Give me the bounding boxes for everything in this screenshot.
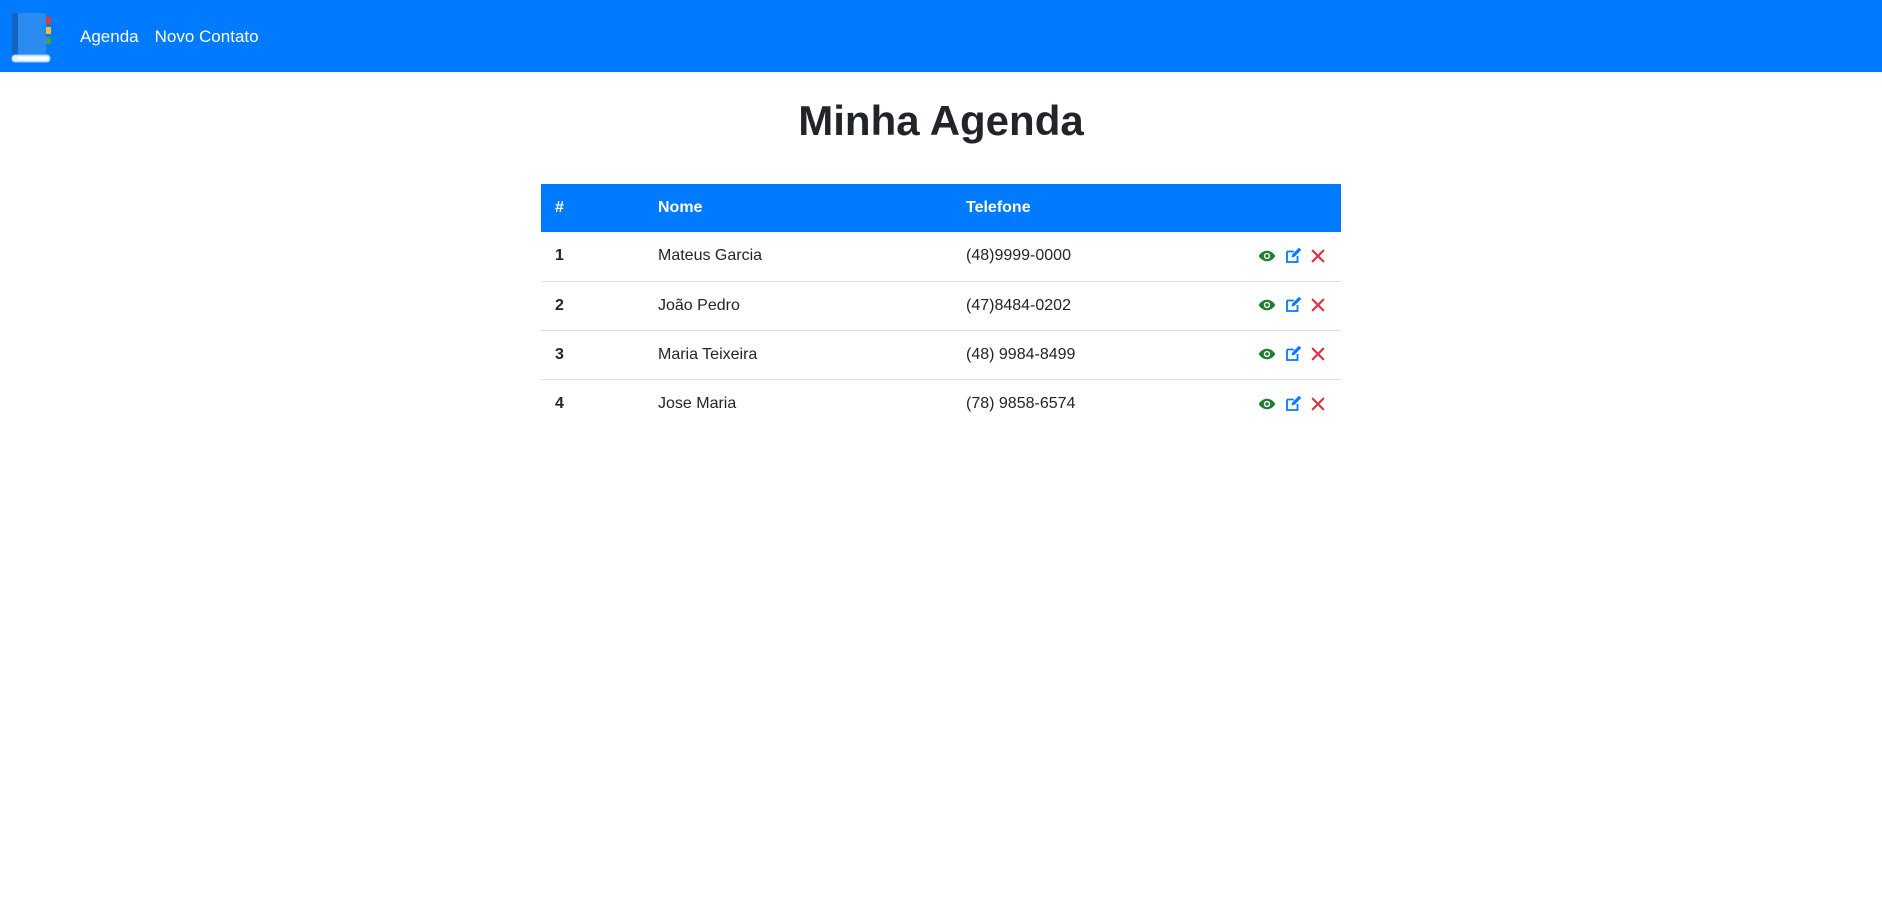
contacts-table-container: # Nome Telefone 1 Mateus Garcia (48)9999…: [541, 184, 1341, 428]
contacts-table: # Nome Telefone 1 Mateus Garcia (48)9999…: [541, 184, 1341, 428]
row-actions: [1177, 330, 1341, 379]
navbar: Agenda Novo Contato: [0, 0, 1882, 72]
table-row: 2 João Pedro (47)8484-0202: [541, 281, 1341, 330]
edit-icon[interactable]: [1284, 345, 1302, 363]
eye-icon[interactable]: [1258, 345, 1276, 363]
close-icon[interactable]: [1309, 247, 1327, 265]
table-header: # Nome Telefone: [541, 184, 1341, 232]
row-name: Jose Maria: [658, 394, 737, 412]
row-name: Mateus Garcia: [658, 247, 763, 265]
row-phone: (47)8484-0202: [966, 296, 1071, 314]
header-actions: [1177, 184, 1341, 232]
row-name: Maria Teixeira: [658, 345, 758, 363]
header-phone: Telefone: [966, 199, 1031, 216]
edit-icon[interactable]: [1284, 247, 1302, 265]
page-title: Minha Agenda: [798, 97, 1084, 144]
table-row: 4 Jose Maria (78) 9858-6574: [541, 379, 1341, 428]
header-index: #: [555, 199, 564, 216]
row-actions: [1177, 281, 1341, 330]
row-index: 3: [555, 345, 564, 363]
eye-icon[interactable]: [1258, 395, 1276, 413]
header-name: Nome: [658, 199, 703, 216]
table-body: 1 Mateus Garcia (48)9999-0000 2 João Ped…: [541, 232, 1341, 428]
row-actions: [1177, 379, 1341, 428]
row-phone: (48)9999-0000: [966, 247, 1071, 265]
close-icon[interactable]: [1309, 345, 1327, 363]
close-icon[interactable]: [1309, 296, 1327, 314]
row-actions: [1177, 232, 1341, 281]
nav-links: Agenda Novo Contato: [80, 28, 275, 45]
row-name: João Pedro: [658, 296, 740, 314]
table-row: 1 Mateus Garcia (48)9999-0000: [541, 232, 1341, 281]
row-index: 4: [555, 394, 564, 412]
table-row: 3 Maria Teixeira (48) 9984-8499: [541, 330, 1341, 379]
row-phone: (48) 9984-8499: [966, 345, 1076, 363]
close-icon[interactable]: [1309, 395, 1327, 413]
edit-icon[interactable]: [1284, 395, 1302, 413]
row-index: 2: [555, 296, 564, 314]
address-book-icon[interactable]: [8, 7, 56, 65]
nav-link-novo-contato[interactable]: Novo Contato: [155, 28, 259, 45]
row-phone: (78) 9858-6574: [966, 394, 1076, 412]
edit-icon[interactable]: [1284, 296, 1302, 314]
nav-link-agenda[interactable]: Agenda: [80, 28, 139, 45]
eye-icon[interactable]: [1258, 247, 1276, 265]
eye-icon[interactable]: [1258, 296, 1276, 314]
row-index: 1: [555, 247, 564, 265]
